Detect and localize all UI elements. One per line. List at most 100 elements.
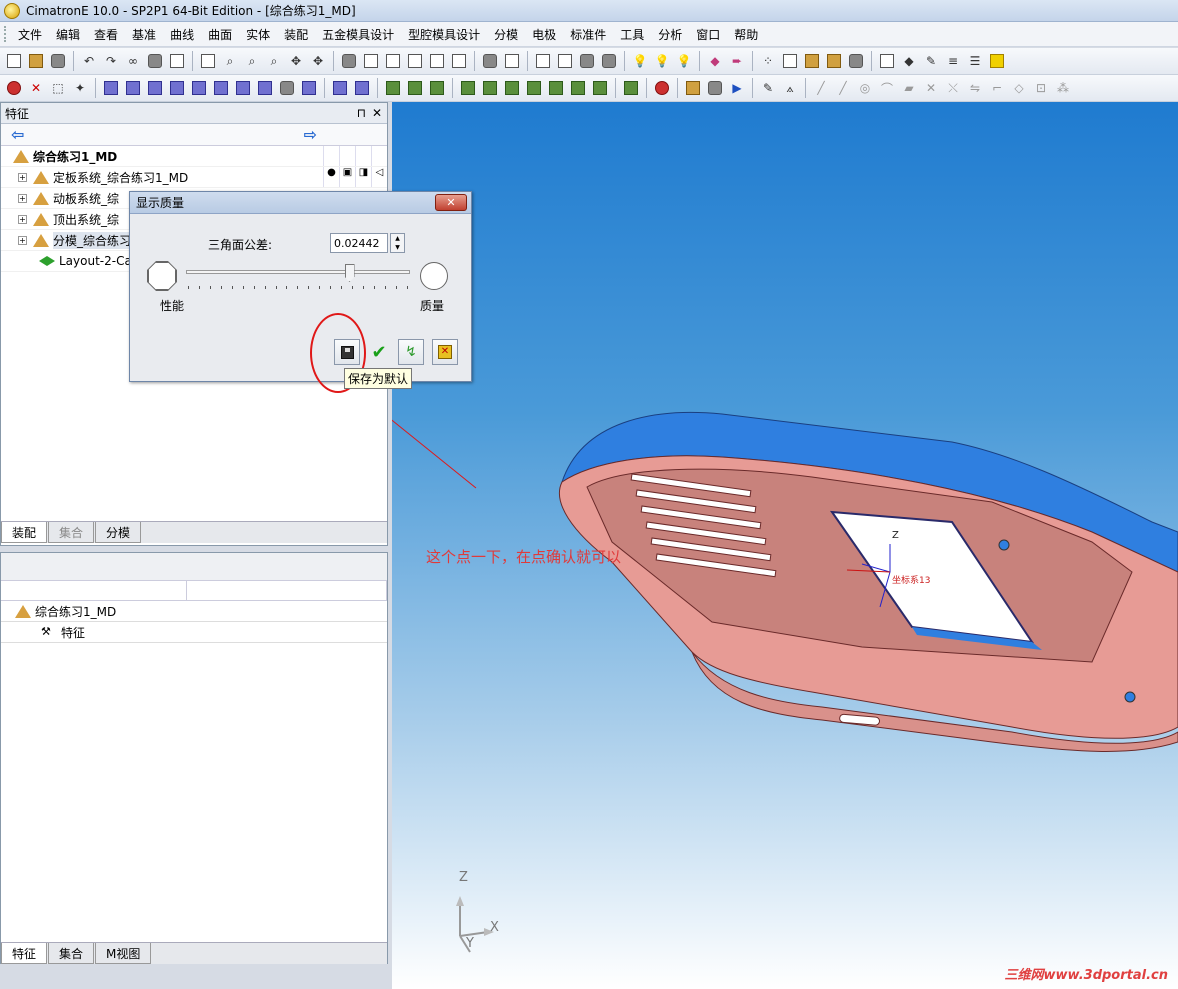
properties-icon[interactable] <box>802 51 822 71</box>
window-icon[interactable] <box>167 51 187 71</box>
glasses-icon[interactable]: ∞ <box>123 51 143 71</box>
tab-sets[interactable]: 集合 <box>48 522 95 543</box>
measure-icon[interactable] <box>780 51 800 71</box>
component-icon[interactable] <box>330 78 350 98</box>
back-arrow-icon[interactable]: ◆ <box>705 51 725 71</box>
redo-icon[interactable]: ↷ <box>101 51 121 71</box>
menu-edit[interactable]: 编辑 <box>49 24 87 45</box>
menu-solid[interactable]: 实体 <box>239 24 277 45</box>
display-options-icon[interactable] <box>599 51 619 71</box>
menu-tools[interactable]: 工具 <box>613 24 651 45</box>
zoom-icon[interactable]: ⌕ <box>264 51 284 71</box>
yellow-cube-icon[interactable] <box>987 51 1007 71</box>
delete-component-icon[interactable] <box>652 78 672 98</box>
tree-root[interactable]: 综合练习1_MD <box>1 146 387 167</box>
menu-file[interactable]: 文件 <box>11 24 49 45</box>
rotate-icon[interactable]: ✥ <box>308 51 328 71</box>
tolerance-spinner[interactable]: ▲ ▼ <box>390 233 405 253</box>
render-mode-icon[interactable] <box>502 51 522 71</box>
tree-item[interactable]: ⚒ 特征 <box>1 622 387 643</box>
assembly-replace-icon[interactable] <box>502 78 522 98</box>
parallelogram-icon[interactable]: ▰ <box>899 78 919 98</box>
view-front-icon[interactable] <box>361 51 381 71</box>
select-box-icon[interactable]: ⬚ <box>48 78 68 98</box>
graphics-viewport[interactable]: Z 坐标系13 这个点一下，在点确认就可以 Z X Y 三维网www.3dpor… <box>392 102 1178 989</box>
add-component-icon[interactable] <box>383 78 403 98</box>
deselect-icon[interactable]: ✕ <box>26 78 46 98</box>
zoom-fit-icon[interactable] <box>198 51 218 71</box>
tree-root[interactable]: 综合练习1_MD <box>1 601 387 622</box>
assembly-edit-icon[interactable] <box>480 78 500 98</box>
pin-icon[interactable]: ⊓ <box>357 106 366 120</box>
cancel-button[interactable]: ✕ <box>432 339 458 365</box>
expand-icon[interactable]: + <box>18 235 27 245</box>
apply-button[interactable]: ↯ <box>398 339 424 365</box>
select-part-icon[interactable] <box>4 78 24 98</box>
filter-face-icon[interactable] <box>123 78 143 98</box>
table-icon[interactable] <box>877 51 897 71</box>
filter-sketch-icon[interactable] <box>211 78 231 98</box>
menu-help[interactable]: 帮助 <box>727 24 765 45</box>
tab-parting[interactable]: 分模 <box>95 522 142 543</box>
offset-icon[interactable]: ⤬ <box>943 78 963 98</box>
line-icon[interactable]: ╱ <box>811 78 831 98</box>
menu-parting[interactable]: 分模 <box>487 24 525 45</box>
right-arrow-icon[interactable]: ⇨ <box>304 125 317 144</box>
menu-standard-parts[interactable]: 标准件 <box>563 24 613 45</box>
sketch-close-icon[interactable]: ⟑ <box>780 78 800 98</box>
assembly-remove-icon[interactable] <box>524 78 544 98</box>
menu-surface[interactable]: 曲面 <box>201 24 239 45</box>
tab-features[interactable]: 特征 <box>1 943 48 964</box>
tolerance-input[interactable] <box>330 233 388 253</box>
light-settings-icon[interactable]: 💡 <box>674 51 694 71</box>
pen-icon[interactable]: ✎ <box>921 51 941 71</box>
forward-arrow-icon[interactable]: ➨ <box>727 51 747 71</box>
save-icon[interactable] <box>48 51 68 71</box>
grid-icon[interactable]: ⁘ <box>758 51 778 71</box>
mirror-icon[interactable]: ⇋ <box>965 78 985 98</box>
filter-point-icon[interactable] <box>189 78 209 98</box>
filter-all-icon[interactable] <box>277 78 297 98</box>
menu-electrode[interactable]: 电极 <box>525 24 563 45</box>
sketch-icon[interactable]: ✎ <box>758 78 778 98</box>
menu-view[interactable]: 查看 <box>87 24 125 45</box>
filter-datum-icon[interactable] <box>233 78 253 98</box>
menu-die-design[interactable]: 五金模具设计 <box>315 24 401 45</box>
line-style-icon[interactable]: ≡ <box>943 51 963 71</box>
assembly-pattern-icon[interactable] <box>546 78 566 98</box>
menu-window[interactable]: 窗口 <box>689 24 727 45</box>
view-right-icon[interactable] <box>405 51 425 71</box>
assembly-bom-icon[interactable] <box>568 78 588 98</box>
light-bulb-on-icon[interactable]: 💡 <box>652 51 672 71</box>
left-arrow-icon[interactable]: ⇦ <box>11 125 24 144</box>
polyline-icon[interactable]: ╱ <box>833 78 853 98</box>
cut-icon[interactable] <box>145 51 165 71</box>
menu-datum[interactable]: 基准 <box>125 24 163 45</box>
assembly-grid-icon[interactable] <box>590 78 610 98</box>
clipboard-icon[interactable] <box>824 51 844 71</box>
component-manage-icon[interactable] <box>352 78 372 98</box>
close-icon[interactable]: ✕ <box>372 106 382 120</box>
pan-icon[interactable]: ✥ <box>286 51 306 71</box>
zoom-window-icon[interactable]: ⌕ <box>220 51 240 71</box>
dialog-close-button[interactable]: ✕ <box>435 194 467 211</box>
undo-icon[interactable]: ↶ <box>79 51 99 71</box>
open-folder-icon[interactable] <box>26 51 46 71</box>
xyz-icon[interactable]: ⁂ <box>1053 78 1073 98</box>
view-iso-icon[interactable] <box>339 51 359 71</box>
assembly-icon[interactable] <box>458 78 478 98</box>
view-back-icon[interactable] <box>427 51 447 71</box>
constraint-icon[interactable] <box>427 78 447 98</box>
tab-sets[interactable]: 集合 <box>48 943 95 964</box>
quality-slider-thumb[interactable] <box>344 264 355 282</box>
menu-curve[interactable]: 曲线 <box>163 24 201 45</box>
ok-button[interactable]: ✔ <box>366 339 392 365</box>
menu-mold-design[interactable]: 型腔模具设计 <box>401 24 487 45</box>
quality-slider-track[interactable] <box>186 270 410 274</box>
shading-dropdown-icon[interactable] <box>577 51 597 71</box>
point-icon[interactable]: ⊡ <box>1031 78 1051 98</box>
move-component-icon[interactable] <box>405 78 425 98</box>
arc-icon[interactable]: ⌒ <box>877 78 897 98</box>
fillet-icon[interactable]: ⌐ <box>987 78 1007 98</box>
menu-assembly[interactable]: 装配 <box>277 24 315 45</box>
